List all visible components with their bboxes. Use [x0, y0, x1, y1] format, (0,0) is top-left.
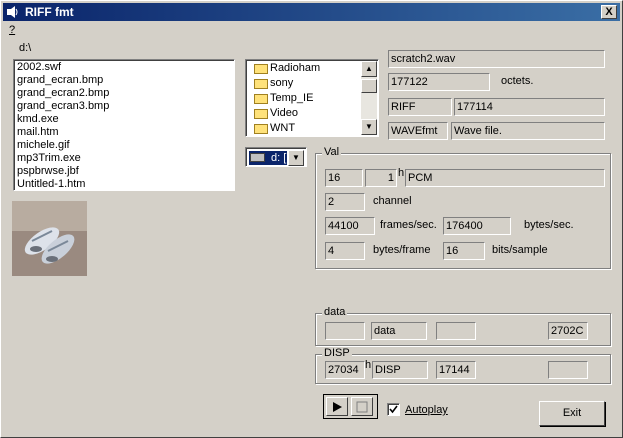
disp-field-1: 27034: [325, 361, 365, 379]
stop-button[interactable]: [351, 397, 373, 416]
dropdown-arrow-icon[interactable]: ▼: [288, 150, 304, 166]
list-item[interactable]: 2002.swf: [17, 61, 231, 74]
filename-field: scratch2.wav: [388, 50, 605, 68]
list-item[interactable]: Untitled-1.htm: [17, 178, 231, 191]
data-field-3: [436, 322, 476, 340]
folder-label: Video: [270, 107, 298, 119]
folder-icon: [254, 94, 268, 104]
drive-icon: [250, 153, 265, 162]
data-field-1: [325, 322, 365, 340]
folder-scrollbar[interactable]: ▲ ▼: [361, 61, 377, 135]
disp-group-title: DISP: [322, 347, 352, 359]
transport-controls: [323, 394, 378, 419]
file-list[interactable]: 2002.swf grand_ecran.bmp grand_ecran2.bm…: [13, 59, 235, 191]
play-button[interactable]: [326, 397, 348, 416]
autoplay-checkbox[interactable]: [387, 403, 400, 416]
fmt-tag-field: 1: [365, 169, 397, 187]
wavefmt-field: WAVEfmt: [388, 122, 448, 140]
folder-icon: [254, 124, 268, 134]
filesize-unit: octets.: [501, 75, 534, 87]
folder-label: Radioham: [270, 62, 321, 74]
scroll-up-icon[interactable]: ▲: [361, 61, 377, 77]
list-item[interactable]: grand_ecran3.bmp: [17, 100, 231, 113]
folder-label: WNT: [270, 122, 296, 134]
folder-icon: [254, 64, 268, 74]
main-window: RIFF fmt X ? d:\ 2002.swf grand_ecran.bm…: [0, 0, 623, 438]
list-item[interactable]: michele.gif: [17, 139, 231, 152]
folder-list[interactable]: Radioham sony Temp_IE Video WNT ▲ ▼: [245, 59, 379, 137]
sample-rate-label: frames/sec.: [380, 219, 437, 231]
bits-label: bits/sample: [492, 244, 548, 256]
scroll-thumb[interactable]: [361, 79, 377, 93]
disp-field-4: [548, 361, 588, 379]
drive-select[interactable]: d: [ ▼: [245, 147, 307, 167]
disp-field-2: DISP: [372, 361, 428, 379]
list-item[interactable]: grand_ecran2.bmp: [17, 87, 231, 100]
folder-item[interactable]: Temp_IE: [248, 91, 362, 106]
scroll-down-icon[interactable]: ▼: [361, 119, 377, 135]
exit-button[interactable]: Exit: [539, 401, 605, 426]
folder-item[interactable]: Radioham: [248, 61, 362, 76]
byte-rate-label: bytes/sec.: [524, 219, 574, 231]
block-align-field: 4: [325, 242, 365, 260]
preview-image: [12, 201, 87, 276]
folder-item[interactable]: Video: [248, 106, 362, 121]
list-item[interactable]: mail.htm: [17, 126, 231, 139]
close-button[interactable]: X: [601, 5, 617, 19]
disp-field-3: 17144: [436, 361, 476, 379]
list-item[interactable]: grand_ecran.bmp: [17, 74, 231, 87]
folder-icon: [254, 79, 268, 89]
hex-label: h: [398, 167, 405, 179]
sample-rate-field: 44100: [325, 217, 375, 235]
disp-hex-label: h: [365, 359, 372, 371]
channels-field: 2: [325, 193, 365, 211]
autoplay-label[interactable]: Autoplay: [405, 404, 448, 416]
app-icon: [7, 6, 18, 18]
stop-icon: [356, 401, 368, 413]
val-group-title: Val: [322, 146, 342, 158]
list-item[interactable]: pspbrwse.jbf: [17, 165, 231, 178]
filesize-field: 177122: [388, 73, 490, 91]
riff-size-field: 177114: [454, 98, 605, 116]
fmt-size-field: 16: [325, 169, 363, 187]
data-field-2: data: [371, 322, 427, 340]
bits-field: 16: [443, 242, 485, 260]
data-group-title: data: [322, 306, 348, 318]
menu-help[interactable]: ?: [9, 24, 15, 36]
window-title: RIFF fmt: [25, 5, 74, 19]
data-field-4: 2702C: [548, 322, 588, 340]
folder-icon: [254, 109, 268, 119]
wave-desc-field: Wave file.: [451, 122, 605, 140]
list-item[interactable]: mp3Trim.exe: [17, 152, 231, 165]
riff-field: RIFF: [388, 98, 452, 116]
folder-item[interactable]: WNT: [248, 121, 362, 136]
channel-label: channel: [373, 195, 412, 207]
folder-item[interactable]: sony: [248, 76, 362, 91]
title-bar[interactable]: RIFF fmt X: [3, 3, 620, 21]
list-item[interactable]: kmd.exe: [17, 113, 231, 126]
checkmark-icon: [389, 405, 398, 414]
folder-label: sony: [270, 77, 294, 89]
byte-rate-field: 176400: [443, 217, 511, 235]
block-align-label: bytes/frame: [373, 244, 431, 256]
folder-label: Temp_IE: [270, 92, 314, 104]
play-icon: [333, 402, 342, 412]
codec-field: PCM: [405, 169, 605, 187]
current-path: d:\: [19, 42, 32, 54]
